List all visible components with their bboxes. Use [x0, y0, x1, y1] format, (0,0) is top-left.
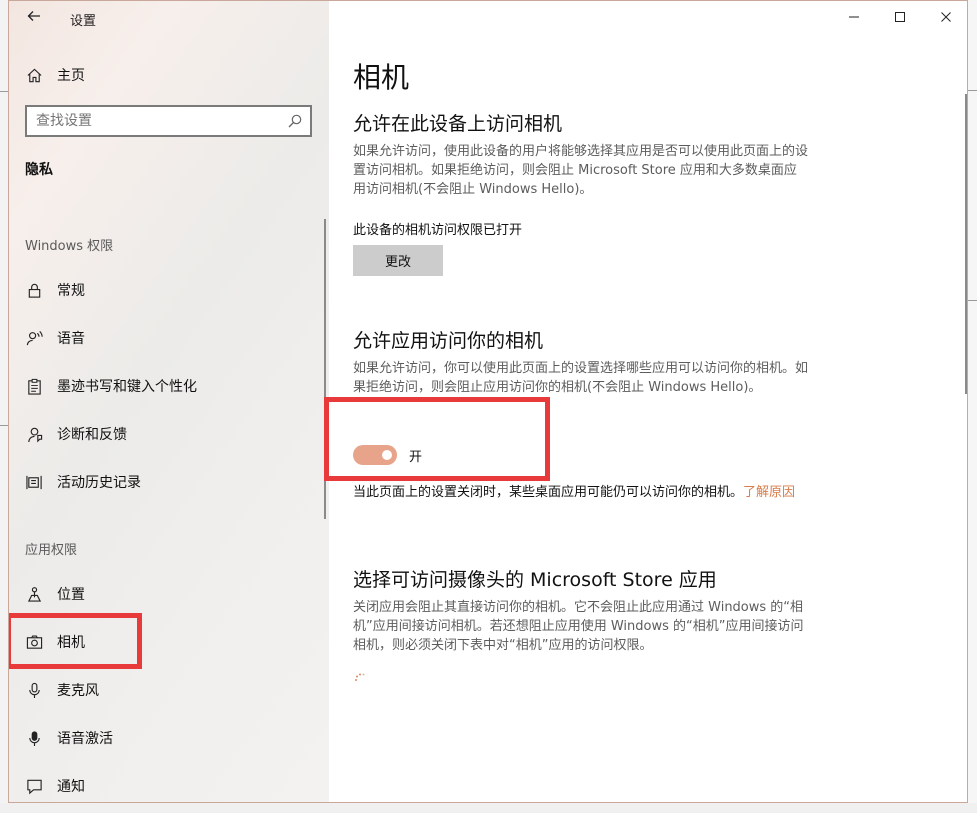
window-controls: [831, 1, 967, 33]
sidebar-item-label: 麦克风: [57, 683, 99, 699]
store-apps-heading: 选择可访问摄像头的 Microsoft Store 应用: [353, 569, 717, 591]
clipboard-icon: [25, 377, 43, 395]
sidebar-item-label: 位置: [57, 587, 85, 603]
device-access-heading: 允许在此设备上访问相机: [353, 113, 563, 135]
store-apps-description: 关闭应用会阻止其直接访问你的相机。它不会阻止此应用通过 Windows 的“相机…: [353, 600, 804, 653]
section-title: 隐私: [25, 162, 53, 178]
sidebar-item-home[interactable]: 主页: [9, 55, 329, 95]
sidebar-item-location[interactable]: 位置: [9, 574, 329, 614]
voice-activation-icon: [25, 729, 43, 747]
app-access-heading: 允许应用访问你的相机: [353, 330, 544, 352]
sidebar-item-activity-history[interactable]: 活动历史记录: [9, 462, 329, 502]
highlight-camera-item: [9, 613, 142, 669]
maximize-icon: [895, 12, 905, 22]
sidebar-item-label: 墨迹书写和键入个性化: [57, 379, 197, 395]
lock-icon: [25, 281, 43, 299]
close-button[interactable]: [923, 1, 967, 33]
feedback-icon: [25, 425, 43, 443]
background-divider: [968, 300, 977, 301]
sidebar-item-general[interactable]: 常规: [9, 270, 329, 310]
content-scrollbar[interactable]: [965, 94, 967, 394]
sidebar-item-label: 诊断和反馈: [57, 427, 127, 443]
minimize-icon: [849, 16, 859, 18]
arrow-left-icon: [27, 11, 40, 21]
background-app-right: [968, 0, 977, 813]
location-icon: [25, 585, 43, 603]
close-icon: [941, 12, 951, 22]
search-icon[interactable]: [287, 113, 303, 129]
highlight-toggle: [324, 397, 550, 481]
notification-icon: [25, 777, 43, 795]
background-divider: [968, 90, 977, 91]
learn-more-link[interactable]: 了解原因: [743, 485, 795, 500]
title-bar: 设置: [9, 1, 329, 35]
note-text: 当此页面上的设置关闭时，某些桌面应用可能仍可以访问你的相机。: [353, 485, 744, 500]
sidebar-item-diagnostics[interactable]: 诊断和反馈: [9, 414, 329, 454]
background-divider: [0, 425, 8, 426]
app-access-description: 如果允许访问，你可以使用此页面上的设置选择哪些应用可以访问你的相机。如果拒绝访问…: [353, 361, 809, 395]
sidebar-item-voice-activation[interactable]: 语音激活: [9, 718, 329, 758]
speech-icon: [25, 329, 43, 347]
loading-spinner-icon: [355, 673, 365, 681]
group-label-windows: Windows 权限: [25, 239, 114, 254]
sidebar-item-label: 活动历史记录: [57, 475, 141, 491]
sidebar-item-inking[interactable]: 墨迹书写和键入个性化: [9, 366, 329, 406]
device-access-description: 如果允许访问，使用此设备的用户将能够选择其应用是否可以使用此页面上的设置访问相机…: [353, 144, 809, 197]
page-title: 相机: [353, 61, 410, 94]
app-title: 设置: [70, 14, 97, 29]
content-pane: 相机 允许在此设备上访问相机 如果允许访问，使用此设备的用户将能够选择其应用是否…: [324, 1, 967, 802]
background-app-left: [0, 0, 8, 813]
group-label-app-permissions: 应用权限: [25, 543, 78, 558]
sidebar: 设置 主页 隐私 Windows 权限 常规 语音: [9, 1, 329, 802]
microphone-icon: [25, 681, 43, 699]
home-icon: [25, 66, 43, 84]
sidebar-item-label: 语音激活: [57, 731, 113, 747]
sidebar-item-microphone[interactable]: 麦克风: [9, 670, 329, 710]
background-app-bottom: [0, 803, 977, 813]
search-input[interactable]: [27, 107, 267, 135]
sidebar-item-label: 主页: [57, 68, 85, 84]
background-divider: [0, 91, 8, 92]
device-access-status: 此设备的相机访问权限已打开: [353, 223, 523, 238]
change-button[interactable]: 更改: [353, 245, 443, 276]
history-icon: [25, 473, 43, 491]
maximize-button[interactable]: [877, 1, 923, 33]
minimize-button[interactable]: [831, 1, 877, 33]
back-button[interactable]: [23, 7, 45, 29]
desktop-apps-note: 当此页面上的设置关闭时，某些桌面应用可能仍可以访问你的相机。了解原因: [353, 483, 808, 502]
sidebar-item-label: 通知: [57, 779, 85, 795]
sidebar-item-label: 语音: [57, 331, 85, 347]
settings-window: 设置 主页 隐私 Windows 权限 常规 语音: [8, 0, 968, 803]
sidebar-item-speech[interactable]: 语音: [9, 318, 329, 358]
search-field[interactable]: [25, 105, 312, 137]
sidebar-item-notifications[interactable]: 通知: [9, 766, 329, 802]
sidebar-item-label: 常规: [57, 283, 85, 299]
